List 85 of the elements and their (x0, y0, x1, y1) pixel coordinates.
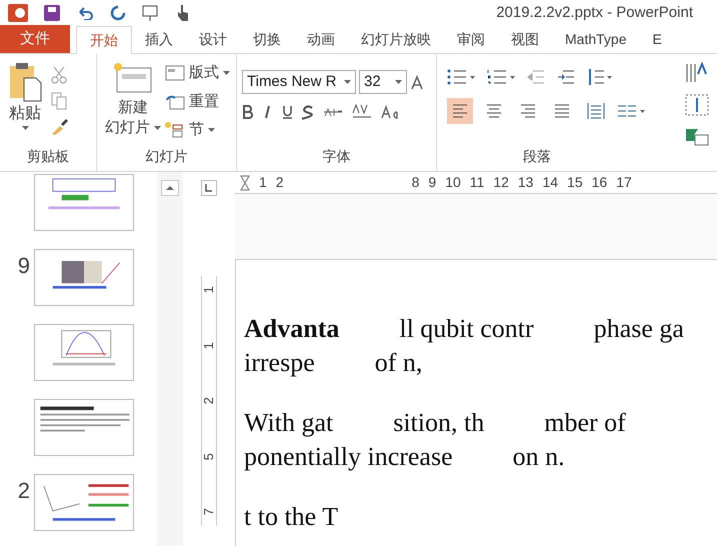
horizontal-ruler: 1 2 8 9 10 11 12 13 14 15 16 17 (235, 172, 717, 194)
group-label: 段落 (522, 147, 552, 166)
increase-indent-icon[interactable] (557, 70, 575, 84)
caret-icon (154, 126, 161, 130)
slide-text: t to the T (244, 501, 338, 533)
slide-text: Advanta (244, 313, 340, 345)
caret-icon (208, 128, 215, 132)
align-icon (519, 102, 537, 120)
slide-thumbnail[interactable] (34, 399, 134, 456)
numbering-icon[interactable] (487, 69, 515, 85)
new-slide-icon (113, 62, 153, 94)
bullets-icon[interactable] (447, 69, 475, 85)
slide-thumbnail[interactable] (34, 174, 134, 231)
slide-text: With gat (244, 407, 334, 439)
slide-text: mber of (544, 407, 626, 439)
group-label: 剪贴板 (26, 147, 70, 166)
new-slide-button[interactable]: 新建 幻灯片 (105, 62, 161, 146)
character-spacing-icon[interactable] (352, 104, 372, 120)
paste-icon[interactable] (8, 62, 42, 102)
ribbon-tab[interactable]: 审阅 (444, 25, 498, 53)
shadow-icon[interactable] (302, 104, 314, 120)
line-spacing-icon[interactable] (587, 68, 613, 86)
reset-icon (165, 94, 185, 110)
layout-button[interactable]: 版式 (165, 62, 230, 84)
presentation-icon[interactable] (142, 4, 160, 22)
group-label: 幻灯片 (144, 147, 188, 166)
ribbon-tab[interactable]: 设计 (186, 25, 240, 53)
font-size-field[interactable]: 32 (359, 70, 407, 94)
ribbon-tab[interactable]: 切换 (240, 25, 294, 53)
ribbon-tab[interactable]: 幻灯片放映 (348, 25, 444, 53)
caret-icon (344, 80, 351, 84)
caret-icon (22, 126, 28, 130)
app-logo-icon (8, 4, 28, 22)
slide-text: ponentially increase (244, 441, 453, 473)
slide-text: phase ga (594, 313, 684, 345)
section-icon (165, 122, 185, 138)
section-button[interactable]: 节 (165, 119, 230, 142)
slide-thumbnail[interactable] (34, 249, 134, 306)
file-tab[interactable]: 文件 (0, 25, 70, 53)
brush-icon[interactable] (50, 118, 68, 136)
text-direction-icon[interactable] (685, 62, 709, 84)
redo-icon[interactable] (110, 5, 126, 21)
slide-number: 2 (18, 478, 30, 503)
vertical-ruler: 1 1 2 5 7 (201, 276, 217, 526)
save-icon[interactable] (44, 5, 60, 21)
ribbon-tab[interactable]: 开始 (76, 26, 132, 54)
hand-icon[interactable] (176, 4, 190, 22)
slide-thumbnail[interactable] (34, 324, 134, 381)
slide-number: 9 (18, 253, 30, 278)
scissors-icon[interactable] (50, 66, 68, 84)
align-icon (451, 102, 469, 120)
align-icon (485, 102, 503, 120)
caret-icon (395, 80, 402, 84)
tab-stop-icon[interactable] (201, 180, 217, 196)
slide-text: ll qubit contr (399, 313, 534, 345)
layout-icon (165, 65, 185, 82)
grow-font-icon[interactable] (410, 74, 424, 90)
ribbon-tab[interactable]: 视图 (498, 25, 552, 53)
ribbon-tab[interactable]: 动画 (294, 25, 348, 53)
caret-icon (223, 71, 230, 76)
slide-thumbnail[interactable] (34, 474, 134, 531)
smartart-icon[interactable] (685, 126, 709, 146)
underline-icon[interactable] (282, 105, 293, 119)
align-icon (587, 102, 605, 120)
reset-button[interactable]: 重置 (165, 90, 230, 113)
scroll-up-icon[interactable] (161, 180, 179, 196)
slide-text: sition, th (393, 407, 484, 439)
italic-icon[interactable] (262, 105, 273, 119)
align-icon (553, 102, 571, 120)
align-button[interactable] (447, 98, 473, 124)
ribbon-tab[interactable]: E (639, 25, 675, 53)
bold-icon[interactable] (242, 105, 253, 119)
slide-text: on n. (512, 441, 565, 473)
font-name-field[interactable]: Times New R (242, 70, 356, 94)
align-text-icon[interactable] (685, 94, 709, 116)
group-label: 字体 (322, 147, 352, 166)
indent-marker-icon[interactable] (240, 174, 250, 190)
ribbon-tab[interactable]: 插入 (132, 25, 186, 53)
columns-icon[interactable] (617, 104, 645, 118)
slide-text: of n, (374, 347, 422, 379)
slide-text: irrespe (244, 347, 315, 379)
strikethrough-icon[interactable] (323, 106, 343, 118)
paste-label[interactable]: 粘贴 (9, 102, 41, 126)
window-title: 2019.2.2v2.pptx - PowerPoint (496, 2, 693, 23)
ribbon-tab[interactable]: MathType (552, 25, 640, 53)
